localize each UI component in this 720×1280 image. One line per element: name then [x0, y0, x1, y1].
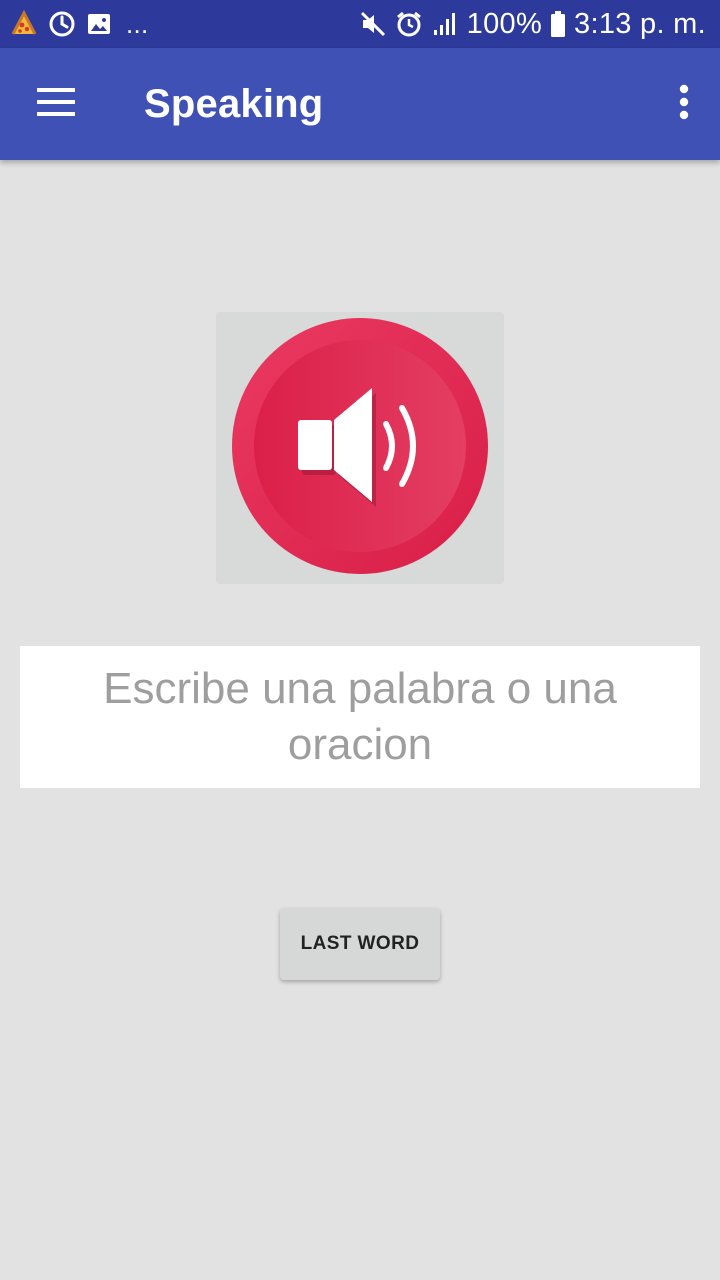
battery-percent: 100%: [466, 7, 543, 40]
overflow-menu-button[interactable]: [668, 78, 700, 130]
hamburger-menu-icon: [37, 87, 75, 121]
clock: 3:13 p. m.: [574, 7, 706, 40]
speaker-volume-icon: [230, 316, 490, 581]
more-notifications-indicator: ...: [126, 8, 149, 39]
word-input-placeholder: Escribe una palabra o una oracion: [103, 664, 617, 769]
image-icon: [86, 11, 112, 37]
last-word-button[interactable]: LAST WORD: [280, 908, 440, 980]
navigation-menu-button[interactable]: [24, 78, 88, 130]
sync-icon: [48, 10, 76, 38]
pizza-icon: [10, 10, 38, 38]
alarm-icon: [395, 10, 423, 38]
page-title: Speaking: [144, 82, 324, 126]
battery-icon: [550, 10, 566, 38]
more-vert-icon: [679, 84, 689, 125]
app-bar: Speaking: [0, 48, 720, 160]
notification-area: ...: [10, 9, 149, 40]
system-tray: 100% 3:13 p. m.: [359, 8, 706, 41]
mute-icon: [359, 10, 387, 38]
speak-button[interactable]: [216, 312, 504, 584]
signal-icon: [431, 10, 459, 38]
status-bar: ... 100% 3:13 p. m.: [0, 0, 720, 48]
word-input[interactable]: Escribe una palabra o una oracion: [20, 646, 700, 788]
